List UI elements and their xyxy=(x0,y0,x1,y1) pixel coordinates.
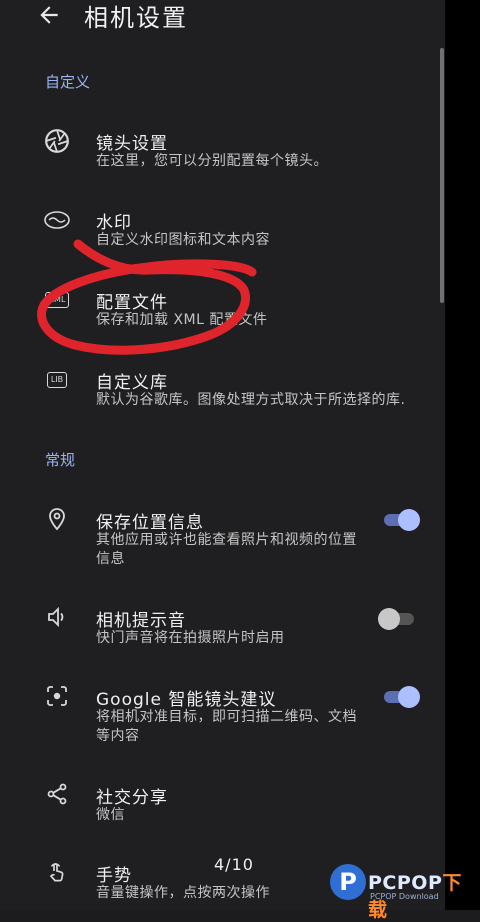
setting-location-subtitle: 其他应用或许也能查看照片和视频的位置信息 xyxy=(96,532,357,567)
setting-config-file[interactable]: XML 配置文件 保存和加载 XML 配置文件 xyxy=(0,285,440,341)
shutter-sound-toggle[interactable] xyxy=(378,607,418,630)
setting-watermark-subtitle: 自定义水印图标和文本内容 xyxy=(96,232,270,248)
setting-shutter-sound[interactable]: 相机提示音 快门声音将在拍摄照片时启用 xyxy=(0,603,440,649)
page-title: 相机设置 xyxy=(84,4,188,32)
location-toggle[interactable] xyxy=(382,508,420,531)
setting-library-subtitle: 默认为谷歌库。图像处理方式取决于所选择的库. xyxy=(96,392,406,408)
watermark-sub: PCPOP Download xyxy=(370,892,439,901)
setting-lens[interactable]: 镜头设置 在这里，您可以分别配置每个镜头。 xyxy=(0,126,440,182)
setting-config-file-subtitle: 保存和加载 XML 配置文件 xyxy=(96,312,268,328)
xml-file-icon: XML xyxy=(43,286,71,314)
scrollbar[interactable] xyxy=(440,48,444,303)
app-bar: 相机设置 xyxy=(0,0,445,34)
setting-config-file-title: 配置文件 xyxy=(96,293,168,313)
setting-gesture-title: 手势 xyxy=(96,866,132,886)
setting-shutter-sound-subtitle: 快门声音将在拍摄照片时启用 xyxy=(96,630,285,646)
lens-scan-icon xyxy=(43,682,71,710)
lens-suggestion-toggle[interactable] xyxy=(382,685,420,708)
location-pin-icon xyxy=(43,505,71,533)
touch-gesture-icon xyxy=(43,858,71,886)
pcpop-logo: P xyxy=(330,864,366,900)
setting-lens-suggestion-subtitle: 将相机对准目标，即可扫描二维码、文档等内容 xyxy=(96,709,357,744)
aperture-icon xyxy=(43,127,71,155)
section-header-custom: 自定义 xyxy=(45,73,91,91)
setting-social-share-subtitle: 微信 xyxy=(96,807,125,823)
setting-watermark[interactable]: 水印 自定义水印图标和文本内容 xyxy=(0,205,440,261)
page-counter: 4/10 xyxy=(214,855,254,874)
setting-watermark-title: 水印 xyxy=(96,213,132,233)
setting-library[interactable]: LIB 自定义库 默认为谷歌库。图像处理方式取决于所选择的库. xyxy=(0,365,440,421)
setting-lens-suggestion[interactable]: Google 智能镜头建议 将相机对准目标，即可扫描二维码、文档等内容 xyxy=(0,682,440,748)
setting-location[interactable]: 保存位置信息 其他应用或许也能查看照片和视频的位置信息 xyxy=(0,505,440,571)
screen-edge xyxy=(445,0,480,910)
setting-location-title: 保存位置信息 xyxy=(96,513,204,533)
setting-library-title: 自定义库 xyxy=(96,373,168,393)
share-icon xyxy=(43,780,71,808)
setting-social-share-title: 社交分享 xyxy=(96,788,168,808)
library-icon: LIB xyxy=(43,366,71,394)
setting-social-share[interactable]: 社交分享 微信 xyxy=(0,780,440,826)
setting-lens-suggestion-title: Google 智能镜头建议 xyxy=(96,690,277,710)
setting-lens-subtitle: 在这里，您可以分别配置每个镜头。 xyxy=(96,153,328,169)
speaker-icon xyxy=(43,603,71,631)
site-watermark: P PCPOP下载 PCPOP Download xyxy=(330,864,480,921)
setting-shutter-sound-title: 相机提示音 xyxy=(96,611,186,631)
back-arrow-icon[interactable] xyxy=(36,2,62,28)
section-header-general: 常规 xyxy=(45,451,76,469)
watermark-icon xyxy=(43,206,71,234)
setting-lens-title: 镜头设置 xyxy=(96,134,168,154)
